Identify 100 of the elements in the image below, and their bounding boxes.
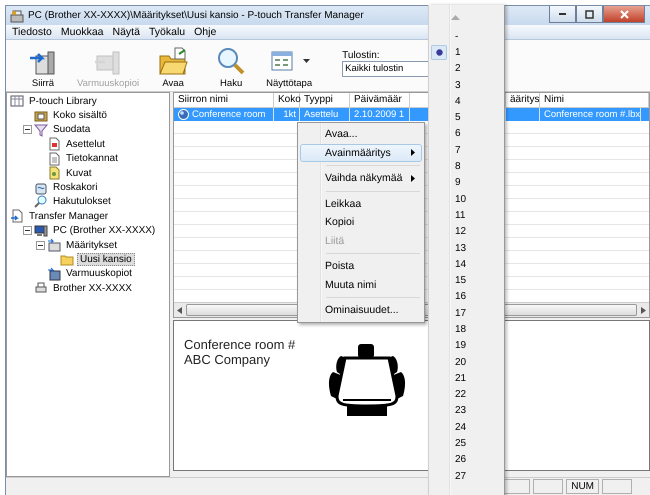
column-header[interactable]: Tyyppi [300, 93, 350, 107]
tree-item[interactable]: Asettelut [64, 138, 107, 150]
window-title: PC (Brother XX-XXXX)\Määritykset\Uusi kansio - P-touch Transfer Manager [28, 10, 364, 21]
maximize-icon [585, 10, 594, 18]
printer-icon [34, 281, 48, 296]
menu-item[interactable]: Ominaisuudet... [300, 301, 422, 320]
collapse-icon[interactable] [23, 226, 32, 236]
status-panel [533, 479, 564, 494]
search-icon [216, 46, 246, 76]
list-option[interactable]: 3 [429, 76, 504, 94]
label-text: Conference room # [184, 337, 296, 352]
menu-item[interactable]: Leikkaa [300, 194, 422, 213]
list-option[interactable]: 12 [429, 224, 504, 240]
document-icon [47, 152, 61, 166]
list-option[interactable]: 26 [429, 452, 504, 468]
tree-item[interactable]: Hakutulokset [51, 196, 113, 208]
list-option[interactable]: 27 [429, 468, 504, 484]
tree-item[interactable]: P-touch Library [27, 96, 99, 107]
folder-icon [47, 238, 61, 252]
tree-item[interactable]: Suodata [51, 124, 92, 136]
list-option[interactable]: 8 [429, 158, 504, 175]
column-header[interactable]: Päivämäär [350, 93, 410, 107]
column-header[interactable]: ääritys [506, 93, 540, 107]
search-icon [34, 194, 48, 209]
caret-icon [302, 59, 310, 63]
table-cell: Conference room #.lbx [544, 108, 640, 121]
menu-item[interactable]: Tiedosto [12, 26, 52, 38]
minimize-icon [559, 13, 566, 15]
list-option[interactable]: 11 [429, 207, 504, 224]
toolbar-button[interactable]: Haku [204, 45, 258, 89]
tree-item[interactable]: Koko sisältö [51, 110, 109, 122]
menu-item[interactable]: Muuta nimi [300, 276, 422, 294]
document-icon [10, 209, 24, 224]
list-option[interactable]: 23 [429, 402, 504, 420]
radio-dot-icon [436, 48, 442, 56]
menu-item[interactable]: Näytä [112, 26, 140, 38]
document-icon [47, 137, 61, 152]
list-option[interactable]: 15 [429, 272, 504, 289]
list-option[interactable]: 22 [429, 386, 504, 403]
scroll-right-icon [641, 306, 646, 314]
table-cell: 1kt [283, 108, 296, 121]
list-option[interactable]: 21 [429, 370, 504, 387]
column-header[interactable]: Siirron nimi [174, 93, 274, 107]
list-option[interactable]: 7 [429, 142, 504, 158]
scroll-left-icon [177, 306, 182, 314]
folder-icon [34, 108, 48, 123]
toolbar-button[interactable]: Näyttötapa [262, 45, 316, 89]
tree-item[interactable]: Brother XX-XXXX [51, 282, 134, 294]
maximize-button[interactable] [576, 6, 603, 23]
scroll-up-icon [451, 15, 460, 20]
bin-icon [34, 180, 48, 195]
column-header[interactable]: Koko [274, 93, 300, 107]
list-option[interactable]: 4 [429, 93, 504, 110]
list-option[interactable]: 19 [429, 338, 504, 354]
list-option[interactable]: 24 [429, 419, 504, 436]
list-option[interactable]: 14 [429, 256, 504, 272]
tree-item[interactable]: Uusi kansio [77, 252, 135, 266]
tree-item[interactable]: Tietokannat [64, 153, 120, 164]
tree-item[interactable]: Transfer Manager [27, 210, 110, 222]
menu-item[interactable]: Avaa... [300, 125, 422, 144]
menu-item[interactable]: Kopioi [300, 213, 422, 232]
menu-item[interactable]: Muokkaa [60, 26, 104, 38]
list-option[interactable]: - [429, 28, 504, 44]
tree-item[interactable]: Varmuuskopiot [64, 268, 134, 280]
list-option[interactable]: 18 [429, 321, 504, 338]
status-indicator: NUM [566, 479, 599, 494]
menu-item[interactable]: Avainmääritys [300, 144, 422, 162]
toolbar-button[interactable]: Siirrä [16, 45, 70, 89]
tree-item[interactable]: PC (Brother XX-XXXX) [51, 225, 158, 236]
list-option[interactable]: 6 [429, 126, 504, 142]
minimize-button[interactable] [549, 6, 576, 23]
close-button[interactable] [603, 6, 645, 23]
close-icon [620, 10, 628, 18]
status-panel [602, 479, 632, 494]
toolbar-button[interactable]: Avaa [146, 45, 200, 89]
submenu-arrow-icon [411, 149, 415, 156]
list-option[interactable]: 1 [429, 44, 504, 61]
list-option[interactable]: 16 [429, 288, 504, 306]
menu-item[interactable]: Vaihda näkymää [300, 169, 422, 188]
funnel-icon [34, 122, 48, 137]
list-option[interactable]: 9 [429, 174, 504, 191]
label-text: ABC Company [184, 352, 271, 367]
list-option[interactable]: 20 [429, 354, 504, 370]
globe-icon [178, 109, 189, 120]
menu-item[interactable]: Poista [300, 257, 422, 276]
tree-item[interactable]: Määritykset [64, 240, 120, 251]
list-option[interactable]: 25 [429, 435, 504, 452]
printer-label: Tulostin: [342, 50, 380, 61]
collapse-icon[interactable] [36, 240, 45, 250]
tree-item[interactable]: Kuvat [64, 168, 94, 179]
column-header[interactable]: Nimi [540, 93, 649, 107]
tree-item[interactable]: Roskakori [51, 182, 100, 194]
collapse-icon[interactable] [23, 125, 32, 134]
list-option[interactable]: 13 [429, 240, 504, 256]
submenu-arrow-icon [411, 174, 415, 182]
table-cell: Asettelu [304, 108, 338, 121]
list-option[interactable]: 10 [429, 190, 504, 208]
menu-item[interactable]: Työkalu [148, 26, 186, 38]
list-option[interactable]: 17 [429, 305, 504, 322]
menu-item[interactable]: Ohje [194, 26, 216, 38]
